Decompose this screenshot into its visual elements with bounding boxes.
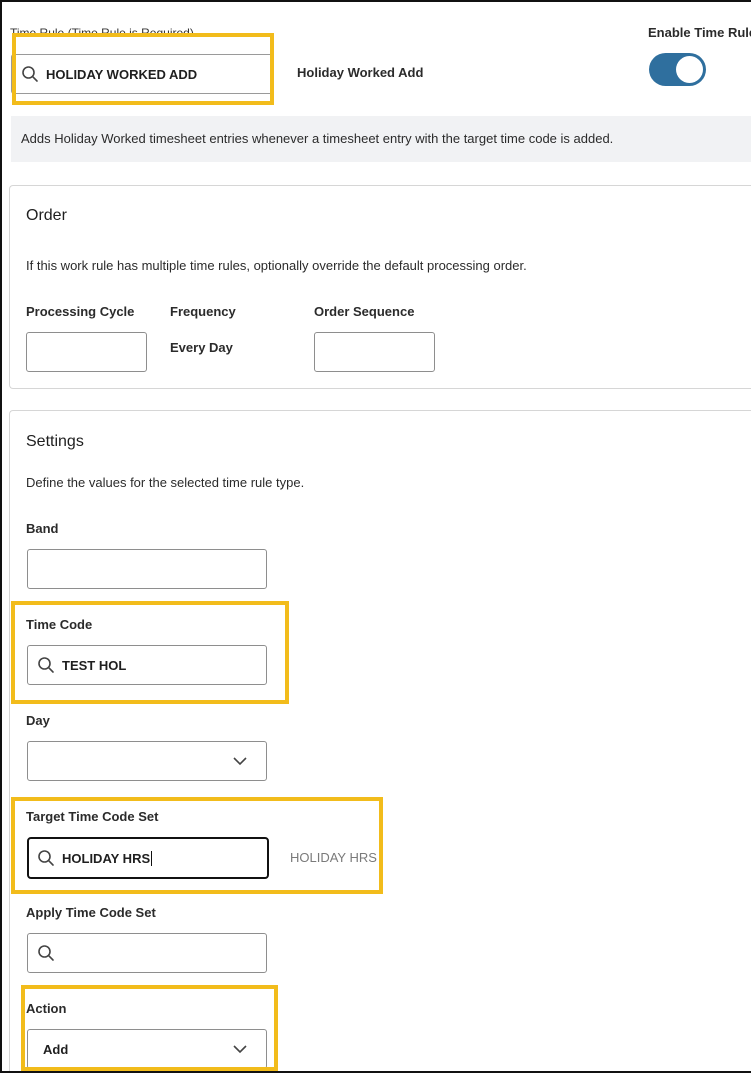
text-cursor	[151, 850, 153, 866]
toggle-knob	[676, 56, 703, 83]
search-icon	[38, 657, 54, 673]
time-code-label: Time Code	[26, 617, 93, 632]
time-code-search-input[interactable]: TEST HOL	[27, 645, 267, 685]
target-time-code-set-value: HOLIDAY HRS	[62, 850, 151, 866]
order-title: Order	[26, 207, 67, 224]
time-code-value: TEST HOL	[62, 657, 127, 673]
frequency-value: Every Day	[170, 340, 233, 355]
processing-cycle-label: Processing Cycle	[26, 304, 135, 319]
day-select[interactable]	[27, 741, 267, 781]
time-rule-name: Holiday Worked Add	[297, 65, 424, 80]
search-icon	[38, 850, 54, 866]
target-time-code-set-hint: HOLIDAY HRS	[290, 850, 377, 865]
settings-description: Define the values for the selected time …	[26, 475, 305, 490]
chevron-down-icon	[233, 1045, 247, 1054]
order-sequence-label: Order Sequence	[314, 304, 415, 319]
search-icon	[22, 66, 38, 82]
action-value: Add	[43, 1041, 69, 1057]
settings-title: Settings	[26, 433, 84, 450]
time-rule-editor: Time Rule (Time Rule is Required) HOLIDA…	[0, 0, 751, 1073]
apply-time-code-set-input[interactable]	[27, 933, 267, 973]
time-rule-value: HOLIDAY WORKED ADD	[46, 66, 198, 82]
apply-time-code-set-label: Apply Time Code Set	[26, 905, 156, 920]
time-rule-description-text: Adds Holiday Worked timesheet entries wh…	[21, 131, 614, 146]
action-label: Action	[26, 1001, 67, 1016]
order-description: If this work rule has multiple time rule…	[26, 258, 527, 273]
time-rule-label: Time Rule (Time Rule is Required)	[10, 26, 194, 34]
band-label: Band	[26, 521, 59, 536]
search-icon	[38, 945, 54, 961]
processing-cycle-input[interactable]	[26, 332, 147, 372]
action-select[interactable]: Add	[27, 1029, 267, 1069]
time-rule-search-input[interactable]: HOLIDAY WORKED ADD	[11, 54, 273, 94]
settings-card: Settings Define the values for the selec…	[9, 410, 751, 1071]
time-rule-description: Adds Holiday Worked timesheet entries wh…	[11, 116, 751, 162]
target-time-code-set-value-wrap: HOLIDAY HRS	[62, 839, 153, 877]
enable-time-rule-label: Enable Time Rule	[648, 25, 751, 40]
band-input[interactable]	[27, 549, 267, 589]
enable-time-rule-toggle[interactable]	[649, 53, 706, 86]
frequency-label: Frequency	[170, 304, 236, 319]
target-time-code-set-input[interactable]: HOLIDAY HRS	[27, 837, 269, 879]
target-time-code-set-label: Target Time Code Set	[26, 809, 159, 824]
order-card: Order If this work rule has multiple tim…	[9, 185, 751, 389]
chevron-down-icon	[233, 757, 247, 766]
order-sequence-input[interactable]	[314, 332, 435, 372]
day-label: Day	[26, 713, 50, 728]
